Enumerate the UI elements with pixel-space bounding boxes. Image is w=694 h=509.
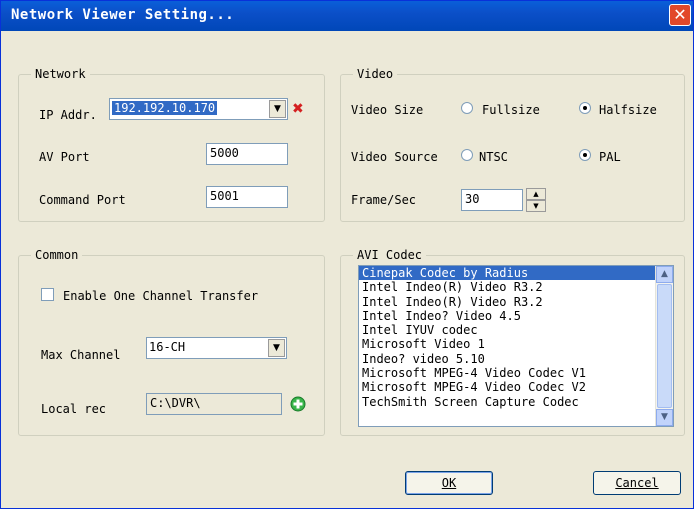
codec-list-item[interactable]: Intel Indeo? Video 4.5 <box>359 309 673 323</box>
video-source-label: Video Source <box>351 150 438 164</box>
window-title: Network Viewer Setting... <box>11 7 235 23</box>
delete-icon[interactable]: ✖ <box>292 101 304 117</box>
frame-rate-spinner[interactable]: ▲ ▼ <box>526 188 546 212</box>
local-rec-input[interactable]: C:\DVR\ <box>146 393 282 415</box>
codec-list-item[interactable]: Microsoft Video 1 <box>359 337 673 351</box>
frame-rate-label: Frame/Sec <box>351 193 417 207</box>
chevron-down-icon[interactable]: ▼ <box>269 100 286 118</box>
video-size-fullsize-radio[interactable] <box>461 102 473 114</box>
video-size-halfsize-radio[interactable] <box>579 102 591 114</box>
enable-channel-transfer-label: Enable One Channel Transfer <box>63 289 259 303</box>
ok-button-label: OK <box>441 476 457 490</box>
codec-list-item[interactable]: Microsoft MPEG-4 Video Codec V1 <box>359 366 673 380</box>
local-rec-label: Local rec <box>41 402 107 416</box>
max-channel-select[interactable]: 16-CH ▼ <box>146 337 287 359</box>
codec-scrollbar[interactable]: ▲ ▼ <box>655 266 673 426</box>
max-channel-value: 16-CH <box>149 340 186 354</box>
cancel-button[interactable]: Cancel <box>593 471 681 495</box>
video-source-pal-radio[interactable] <box>579 149 591 161</box>
chevron-down-icon[interactable]: ▼ <box>268 339 285 357</box>
codec-listbox[interactable]: Cinepak Codec by Radius Intel Indeo(R) Vi… <box>358 265 674 427</box>
ip-address-value: 192.192.10.170 <box>112 101 218 115</box>
cancel-button-label: Cancel <box>615 476 659 490</box>
codec-list-item[interactable]: Intel Indeo(R) Video R3.2 <box>359 280 673 294</box>
codec-list-item[interactable]: Cinepak Codec by Radius <box>359 266 673 281</box>
add-folder-icon[interactable] <box>290 396 306 412</box>
ip-address-label: IP Addr. <box>39 108 97 122</box>
codec-list-item[interactable]: Indeo? video 5.10 <box>359 352 673 366</box>
video-legend: Video <box>353 67 398 81</box>
codec-list-item[interactable]: Microsoft MPEG-4 Video Codec V2 <box>359 380 673 394</box>
codec-list-item[interactable]: TechSmith Screen Capture Codec <box>359 395 673 409</box>
codec-list-item[interactable]: Intel IYUV codec <box>359 323 673 337</box>
video-source-ntsc-label: NTSC <box>479 150 508 164</box>
close-icon[interactable]: ✕ <box>669 4 691 26</box>
scroll-thumb[interactable] <box>657 284 672 408</box>
avi-codec-legend: AVI Codec <box>353 248 427 262</box>
frame-rate-input[interactable]: 30 <box>461 189 523 211</box>
video-source-pal-label: PAL <box>599 150 621 164</box>
max-channel-label: Max Channel <box>41 348 121 362</box>
codec-list-item[interactable]: Intel Indeo(R) Video R3.2 <box>359 295 673 309</box>
video-size-halfsize-label: Halfsize <box>599 103 657 117</box>
codec-items: Cinepak Codec by Radius Intel Indeo(R) Vi… <box>359 266 673 409</box>
ip-address-combo[interactable]: 192.192.10.170 ▼ <box>109 98 288 120</box>
video-size-label: Video Size <box>351 103 424 117</box>
command-port-input[interactable]: 5001 <box>206 186 288 208</box>
network-legend: Network <box>31 67 90 81</box>
scroll-down-icon[interactable]: ▼ <box>656 409 673 426</box>
title-bar[interactable]: Network Viewer Setting... ✕ <box>1 1 693 31</box>
scroll-up-icon[interactable]: ▲ <box>656 266 673 283</box>
video-size-fullsize-label: Fullsize <box>482 103 540 117</box>
spin-up-icon[interactable]: ▲ <box>526 188 546 200</box>
video-source-ntsc-radio[interactable] <box>461 149 473 161</box>
enable-channel-transfer-checkbox[interactable] <box>41 288 54 301</box>
dialog-window: Network Viewer Setting... ✕ Network IP A… <box>0 0 694 509</box>
common-legend: Common <box>31 248 83 262</box>
av-port-input[interactable]: 5000 <box>206 143 288 165</box>
ok-button[interactable]: OK <box>405 471 493 495</box>
command-port-label: Command Port <box>39 193 126 207</box>
av-port-label: AV Port <box>39 150 90 164</box>
spin-down-icon[interactable]: ▼ <box>526 200 546 212</box>
